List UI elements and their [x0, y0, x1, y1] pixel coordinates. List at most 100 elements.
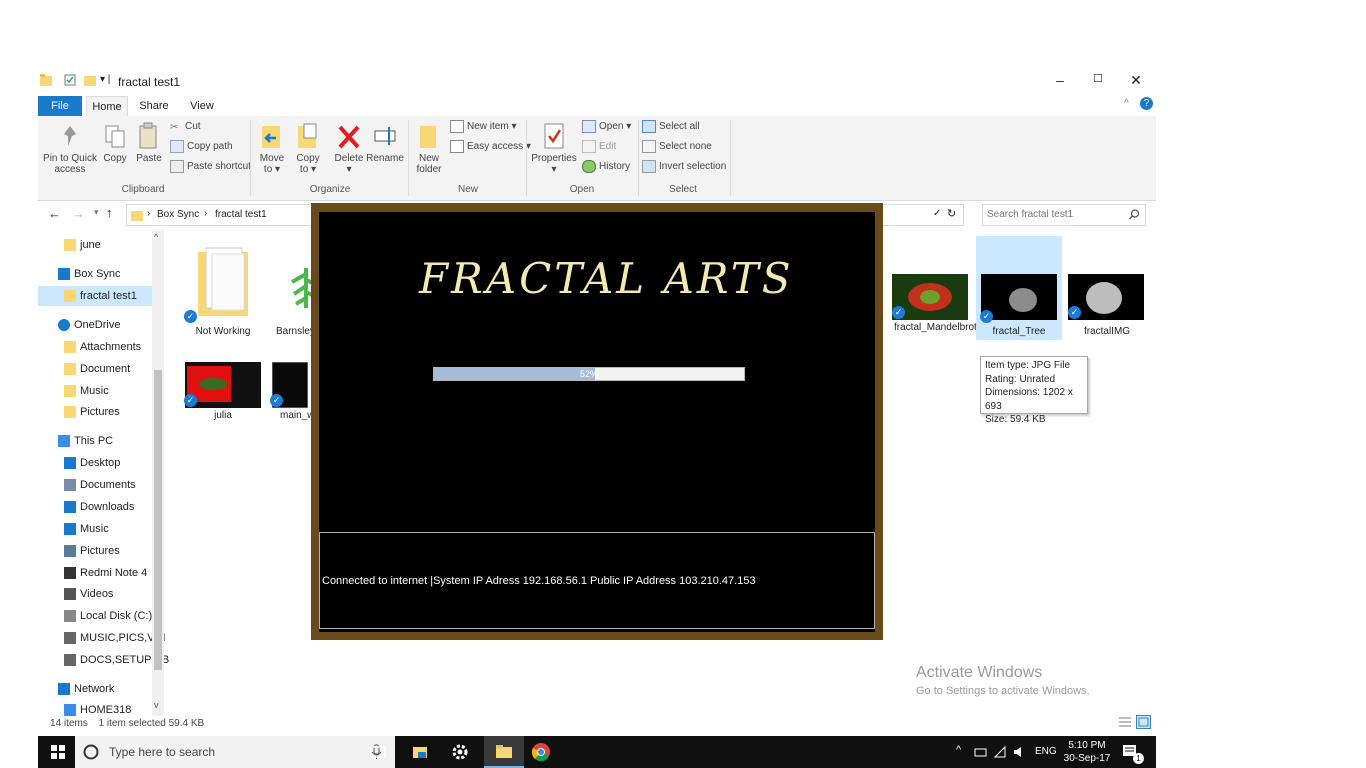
tab-view[interactable]: View [182, 96, 222, 116]
file-fractal-tree[interactable]: ✓ fractal_Tree [976, 236, 1062, 340]
scroll-down-icon[interactable]: v [154, 700, 159, 710]
settings-gear-icon[interactable] [450, 742, 470, 762]
nav-item[interactable]: Local Disk (C:) [38, 606, 162, 626]
file-explorer-taskbar-button[interactable] [484, 736, 524, 768]
pictures-icon [64, 545, 76, 557]
tab-file[interactable]: File [38, 96, 82, 116]
nav-item[interactable]: Desktop [38, 453, 162, 473]
checked-icon[interactable]: ✓ [184, 310, 197, 323]
large-icons-view-icon[interactable] [1136, 715, 1151, 729]
nav-item[interactable]: Downloads [38, 497, 162, 517]
nav-item[interactable]: This PC [38, 431, 162, 451]
nav-item[interactable]: june [38, 235, 162, 255]
checked-icon[interactable]: ✓ [980, 310, 993, 323]
file-fractal-mandelbrot[interactable]: ✓ fractal_Mandelbrot:913 [888, 270, 996, 354]
tab-share[interactable]: Share [134, 96, 174, 116]
battery-icon[interactable] [974, 746, 988, 758]
clock[interactable]: 5:10 PM 30-Sep-17 [1062, 739, 1112, 765]
up-arrow-icon[interactable]: ↑ [106, 205, 113, 220]
select-none-button[interactable]: Select none [642, 140, 712, 154]
search-input[interactable] [987, 207, 1123, 222]
nav-item[interactable]: Documents [38, 475, 162, 495]
task-view-icon[interactable] [368, 742, 388, 762]
collapse-ribbon-icon[interactable]: ^ [1124, 98, 1129, 109]
windows-start-icon[interactable] [48, 742, 68, 762]
pin-quick-access-button[interactable]: Pin to Quick access [42, 124, 98, 175]
fractal-arts-canvas: FRACTAL ARTS 52% Connected to internet |… [319, 212, 875, 632]
nav-item[interactable]: Music [38, 381, 162, 401]
checked-icon[interactable]: ✓ [892, 306, 905, 319]
select-all-button[interactable]: Select all [642, 120, 700, 134]
edit-label: Edit [599, 141, 617, 153]
delete-x-icon [338, 125, 360, 149]
help-icon[interactable]: ? [1140, 97, 1153, 110]
copy-path-button[interactable]: Copy path [170, 140, 233, 154]
new-folder-qat-icon[interactable] [84, 74, 96, 86]
nav-item[interactable]: Music [38, 519, 162, 539]
search-box[interactable] [982, 204, 1146, 226]
nav-item[interactable]: Pictures [38, 541, 162, 561]
delete-button[interactable]: Delete ▾ [332, 122, 366, 175]
scroll-thumb[interactable] [154, 370, 162, 670]
tab-home[interactable]: Home [86, 96, 128, 117]
nav-scrollbar[interactable]: ^ v [152, 230, 164, 716]
history-button[interactable]: History [582, 160, 630, 174]
scroll-up-icon[interactable]: ^ [154, 232, 158, 242]
nav-item[interactable]: fractal test1 [38, 286, 162, 306]
cut-button[interactable]: ✂ Cut [170, 120, 201, 134]
back-arrow-icon[interactable]: ← [48, 206, 61, 221]
wifi-icon[interactable] [993, 745, 1007, 759]
file-not-working[interactable]: ✓ Not Working [180, 242, 266, 342]
folder-icon [64, 385, 76, 397]
file-julia[interactable]: ✓ julia [180, 358, 266, 428]
copy-button[interactable]: Copy [100, 124, 130, 164]
new-folder-button[interactable]: New folder [412, 122, 446, 175]
language-indicator[interactable]: ENG [1035, 746, 1057, 757]
invert-selection-button[interactable]: Invert selection [642, 160, 726, 174]
close-button[interactable]: ✕ [1120, 72, 1152, 92]
nav-item[interactable]: Pictures [38, 402, 162, 422]
rename-button[interactable]: Rename [366, 122, 404, 164]
qat-dropdown-icon[interactable]: ▾ | [100, 74, 110, 85]
checked-icon[interactable]: ✓ [1068, 306, 1081, 319]
minimize-button[interactable]: – [1044, 72, 1076, 92]
nav-item[interactable]: Box Sync [38, 264, 162, 284]
nav-item-label: Pictures [80, 545, 120, 557]
nav-item[interactable]: HOME318 [38, 700, 162, 720]
recent-dropdown-icon[interactable]: ▾ [94, 207, 99, 218]
nav-item[interactable]: DOCS,SETUPS,B [38, 650, 169, 670]
address-dropdown-icon[interactable]: ✓ [933, 208, 941, 219]
tray-chevron-icon[interactable]: ^ [956, 744, 961, 756]
easy-access-button[interactable]: Easy access ▾ [450, 140, 531, 154]
file-explorer-box-icon[interactable] [410, 742, 430, 762]
breadcrumb-fractal-test1[interactable]: fractal test1 [215, 209, 267, 220]
nav-item[interactable]: Network [38, 679, 162, 699]
nav-item[interactable]: Document [38, 359, 162, 379]
nav-item[interactable]: Redmi Note 4 [38, 563, 162, 583]
paste-shortcut-button[interactable]: Paste shortcut [170, 160, 251, 174]
nav-item[interactable]: OneDrive [38, 315, 162, 335]
nav-item[interactable]: MUSIC,PICS,VDI [38, 628, 166, 648]
move-to-button[interactable]: Move to ▾ [256, 122, 288, 175]
chrome-icon[interactable] [531, 742, 551, 762]
file-fractal-img[interactable]: ✓ fractalIMG [1064, 270, 1150, 350]
edit-button[interactable]: Edit [582, 140, 616, 154]
details-view-icon[interactable] [1118, 716, 1132, 728]
breadcrumb-box-sync[interactable]: Box Sync [157, 209, 199, 220]
maximize-button[interactable]: ☐ [1082, 72, 1114, 92]
edit-icon [582, 140, 596, 153]
new-item-button[interactable]: New item ▾ [450, 120, 516, 134]
checked-icon[interactable]: ✓ [184, 394, 197, 407]
paste-button[interactable]: Paste [134, 122, 164, 164]
nav-item[interactable]: Videos [38, 584, 162, 604]
checked-icon[interactable]: ✓ [270, 394, 283, 407]
properties-button[interactable]: Properties ▾ [530, 122, 578, 175]
forward-arrow-icon[interactable]: → [72, 206, 85, 221]
nav-item[interactable]: Attachments [38, 337, 162, 357]
copy-to-button[interactable]: Copy to ▾ [292, 122, 324, 175]
taskbar-search[interactable]: Type here to search [75, 736, 395, 768]
volume-icon[interactable] [1012, 745, 1026, 759]
properties-qat-icon[interactable] [64, 74, 76, 86]
open-button[interactable]: Open ▾ [582, 120, 631, 134]
refresh-icon[interactable]: ↻ [947, 207, 956, 220]
